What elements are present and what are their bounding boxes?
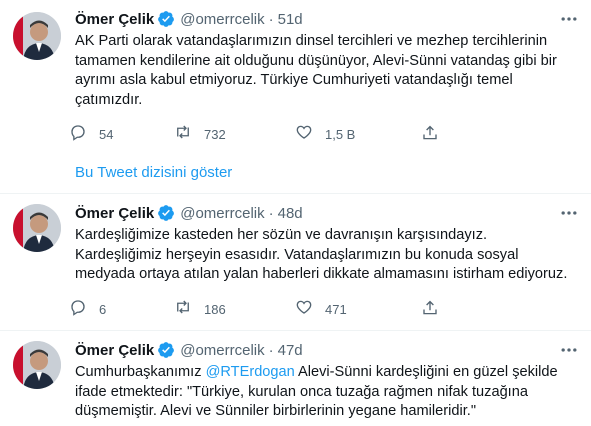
tweet-text: AK Parti olarak vatandaşlarımızın dinsel… [75,33,557,108]
tweet-header: Ömer Çelik @omerrcelik · 48d [75,203,303,223]
more-options-icon[interactable] [559,340,579,360]
share-icon[interactable] [421,124,441,144]
reply-count: 6 [99,301,107,317]
tweet[interactable]: Ömer Çelik @omerrcelik · 51d AK Parti ol… [0,0,591,160]
separator-dot: · [268,204,274,222]
author-name[interactable]: Ömer Çelik [75,205,154,222]
tweet-timestamp[interactable]: 47d [278,342,303,359]
show-thread-link[interactable]: Bu Tweet dizisini göster [75,164,232,181]
like-button[interactable]: 471 [295,299,347,319]
share-icon[interactable] [421,299,441,319]
tweet-text-part: Cumhurbaşkanımız [75,364,206,380]
reply-icon [69,123,87,146]
retweet-button[interactable]: 186 [174,299,226,319]
reply-button[interactable]: 54 [69,124,113,144]
author-handle[interactable]: @omerrcelik [180,205,264,222]
author-name[interactable]: Ömer Çelik [75,11,154,28]
retweet-icon [174,298,192,321]
author-handle[interactable]: @omerrcelik [180,342,264,359]
tweet-text: Kardeşliğimize kasteden her sözün ve dav… [75,227,568,283]
more-options-icon[interactable] [559,203,579,223]
separator-dot: · [268,10,274,28]
reply-icon [69,298,87,321]
more-options-icon[interactable] [559,9,579,29]
tweet-header: Ömer Çelik @omerrcelik · 51d [75,9,303,29]
reply-count: 54 [99,126,114,142]
author-name[interactable]: Ömer Çelik [75,342,154,359]
separator-dot: · [268,341,274,359]
tweet-actions: 6 186 471 [69,299,489,319]
like-count: 471 [325,301,347,317]
reply-button[interactable]: 6 [69,299,106,319]
tweet-timestamp[interactable]: 51d [278,11,303,28]
like-count: 1,5 B [325,126,356,142]
retweet-count: 186 [204,301,226,317]
verified-badge-icon [157,341,175,359]
retweet-count: 732 [204,126,226,142]
tweet-actions: 54 732 1,5 B [69,124,489,144]
heart-icon [295,298,313,321]
tweet[interactable]: Ömer Çelik @omerrcelik · 47d Cumhurbaşka… [0,331,591,426]
tweet-feed: Ömer Çelik @omerrcelik · 51d AK Parti ol… [0,0,591,426]
retweet-button[interactable]: 732 [174,124,226,144]
heart-icon [295,123,313,146]
avatar[interactable] [13,341,61,389]
avatar[interactable] [13,12,61,60]
tweet-header: Ömer Çelik @omerrcelik · 47d [75,340,303,360]
tweet[interactable]: Ömer Çelik @omerrcelik · 48d Kardeşliğim… [0,194,591,326]
author-handle[interactable]: @omerrcelik [180,11,264,28]
verified-badge-icon [157,10,175,28]
avatar[interactable] [13,204,61,252]
mention-link[interactable]: @RTErdogan [206,364,295,380]
retweet-icon [174,123,192,146]
tweet-timestamp[interactable]: 48d [278,205,303,222]
like-button[interactable]: 1,5 B [295,124,355,144]
tweet-text: Cumhurbaşkanımız @RTErdogan Alevi-Sünni … [75,363,575,422]
verified-badge-icon [157,204,175,222]
